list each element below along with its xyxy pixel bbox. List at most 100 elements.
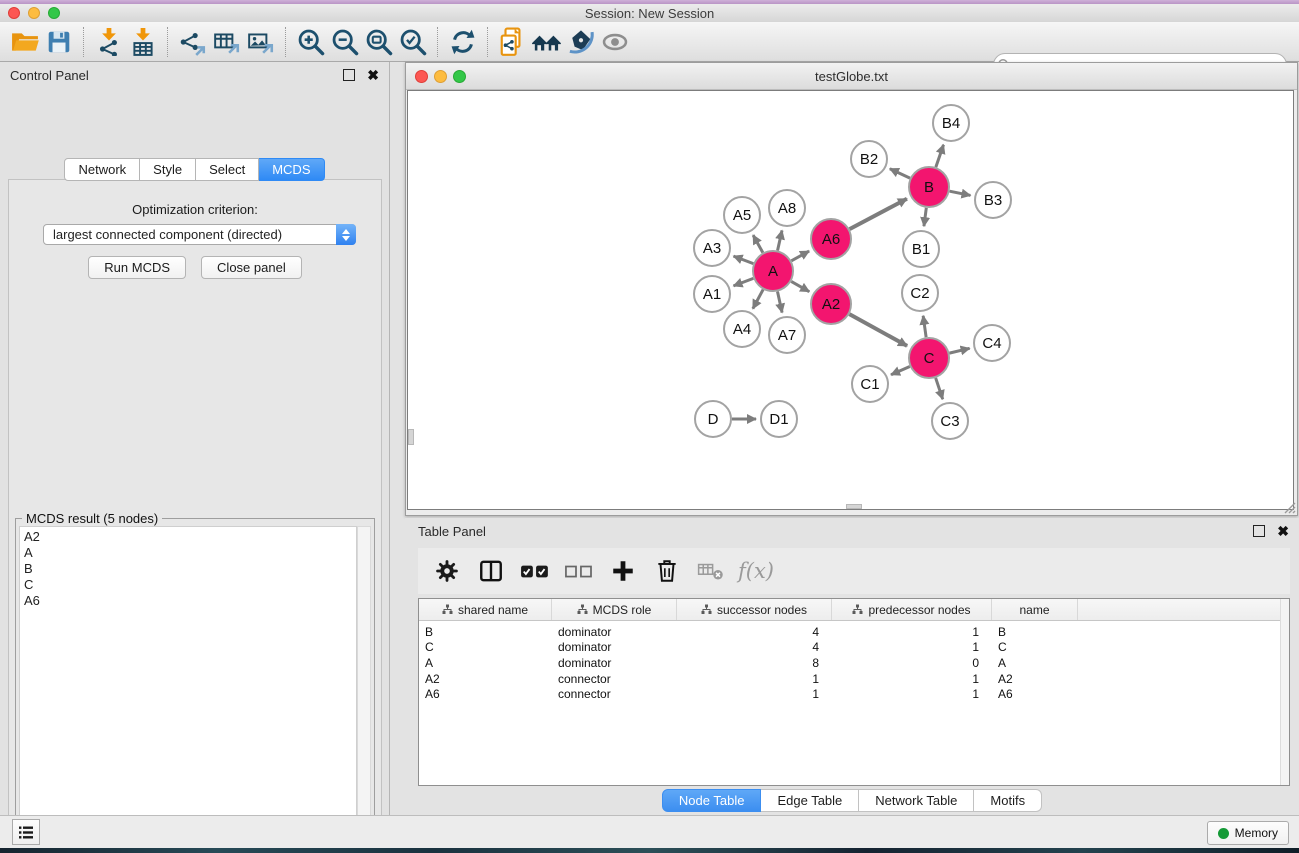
save-session-icon[interactable] [42,26,76,58]
svg-text:B: B [924,179,934,196]
cell: A2 [419,672,552,686]
resize-grip[interactable] [1282,500,1296,514]
network-canvas[interactable]: B4 B2 B B3 A5A8A6 A3 A B1 A1 C2 A2 A4A7 C4 C C1 C3 D D1 [407,90,1294,510]
result-item-a2[interactable]: A2 [24,529,356,545]
add-column-icon[interactable] [604,553,642,589]
delete-table-disabled-icon [692,553,730,589]
graph-node-B1[interactable]: B1 [903,231,939,267]
window-title: Session: New Session [0,6,1299,21]
tab-mcds[interactable]: MCDS [259,158,324,181]
task-history-button[interactable] [12,819,40,845]
graph-node-C2[interactable]: C2 [902,275,938,311]
show-columns-icon[interactable] [472,553,510,589]
graph-node-C4[interactable]: C4 [974,325,1010,361]
table-row-a2[interactable]: A2connector11A2 [419,671,1289,687]
export-network-icon[interactable] [176,26,210,58]
tab-network[interactable]: Network [64,158,140,181]
close-panel-button[interactable]: Close panel [201,256,302,279]
column-header-successor-nodes[interactable]: successor nodes [677,599,832,620]
graph-node-D[interactable]: D [695,401,731,437]
svg-text:C3: C3 [940,413,959,430]
graph-node-B2[interactable]: B2 [851,141,887,177]
delete-columns-icon[interactable] [648,553,686,589]
zoom-in-icon[interactable] [294,26,328,58]
result-item-c[interactable]: C [24,577,356,593]
tab-edge-table[interactable]: Edge Table [761,789,859,812]
table-row-a6[interactable]: A6connector11A6 [419,686,1289,702]
close-panel-icon[interactable]: ✖ [367,70,379,80]
zoom-fit-icon[interactable] [362,26,396,58]
table-row-a[interactable]: Adominator80A [419,655,1289,671]
graph-node-A3[interactable]: A3 [694,230,730,266]
edge-C-C1 [891,366,910,374]
graph-node-A[interactable]: A [753,251,793,291]
cell: dominator [552,640,677,654]
table-options-gear-icon[interactable] [428,553,466,589]
column-header-predecessor-nodes[interactable]: predecessor nodes [832,599,992,620]
column-header-name[interactable]: name [992,599,1078,620]
svg-text:D: D [708,411,719,428]
deselect-all-icon[interactable] [560,553,598,589]
node-table: shared nameMCDS rolesuccessor nodesprede… [418,598,1290,786]
edge-B-B1 [924,208,926,226]
import-table-icon[interactable] [126,26,160,58]
tab-network-table[interactable]: Network Table [859,789,974,812]
graph-node-A1[interactable]: A1 [694,276,730,312]
tab-select[interactable]: Select [196,158,259,181]
import-network-icon[interactable] [92,26,126,58]
graph-node-B[interactable]: B [909,167,949,207]
result-item-a6[interactable]: A6 [24,593,356,609]
graph-node-A8[interactable]: A8 [769,190,805,226]
column-header-mcds-role[interactable]: MCDS role [552,599,677,620]
graph-node-A6[interactable]: A6 [811,219,851,259]
graph-node-A7[interactable]: A7 [769,317,805,353]
table-row-b[interactable]: Bdominator41B [419,624,1289,640]
optimization-criterion-select[interactable]: largest connected component (directed) [43,224,356,245]
mcds-result-list[interactable]: A2ABCA6 [19,526,357,853]
run-mcds-button[interactable]: Run MCDS [88,256,186,279]
apply-layout-icon[interactable] [446,26,480,58]
table-float-panel-icon[interactable] [1253,525,1265,537]
graph-node-C3[interactable]: C3 [932,403,968,439]
result-item-b[interactable]: B [24,561,356,577]
svg-text:A: A [768,263,778,280]
zoom-selected-icon[interactable] [396,26,430,58]
tab-style[interactable]: Style [140,158,196,181]
export-image-icon[interactable] [244,26,278,58]
select-all-checked-icon[interactable] [516,553,554,589]
canvas-vscroll-handle[interactable] [408,429,414,445]
cell: 1 [677,687,832,701]
graph-node-D1[interactable]: D1 [761,401,797,437]
main-toolbar [0,22,1299,62]
open-session-icon[interactable] [8,26,42,58]
optimization-criterion-label: Optimization criterion: [9,202,381,217]
table-scrollbar[interactable] [1280,599,1289,785]
graph-node-C[interactable]: C [909,338,949,378]
memory-button[interactable]: Memory [1207,821,1289,845]
graph-node-A2[interactable]: A2 [811,284,851,324]
graph-node-A4[interactable]: A4 [724,311,760,347]
table-row-c[interactable]: Cdominator41C [419,640,1289,656]
column-header-shared-name[interactable]: shared name [419,599,552,620]
first-neighbors-icon[interactable] [530,26,564,58]
tab-node-table[interactable]: Node Table [662,789,762,812]
export-table-icon[interactable] [210,26,244,58]
result-item-a[interactable]: A [24,545,356,561]
zoom-out-icon[interactable] [328,26,362,58]
table-close-panel-icon[interactable]: ✖ [1277,526,1289,536]
show-hide-eye-icon[interactable] [598,26,632,58]
mcds-result-title: MCDS result (5 nodes) [22,511,162,526]
graph-node-A5[interactable]: A5 [724,197,760,233]
hide-graphics-details-icon[interactable] [564,26,598,58]
graph-node-C1[interactable]: C1 [852,366,888,402]
network-from-selection-icon[interactable] [496,26,530,58]
result-list-scrollbar[interactable] [357,526,371,853]
float-panel-icon[interactable] [343,69,355,81]
graph-node-B3[interactable]: B3 [975,182,1011,218]
toolbar-separator [83,27,85,57]
tab-motifs[interactable]: Motifs [974,789,1042,812]
graph-node-B4[interactable]: B4 [933,105,969,141]
main-titlebar: Session: New Session [0,4,1299,22]
canvas-hscroll-handle[interactable] [846,504,862,509]
cell: 4 [677,640,832,654]
